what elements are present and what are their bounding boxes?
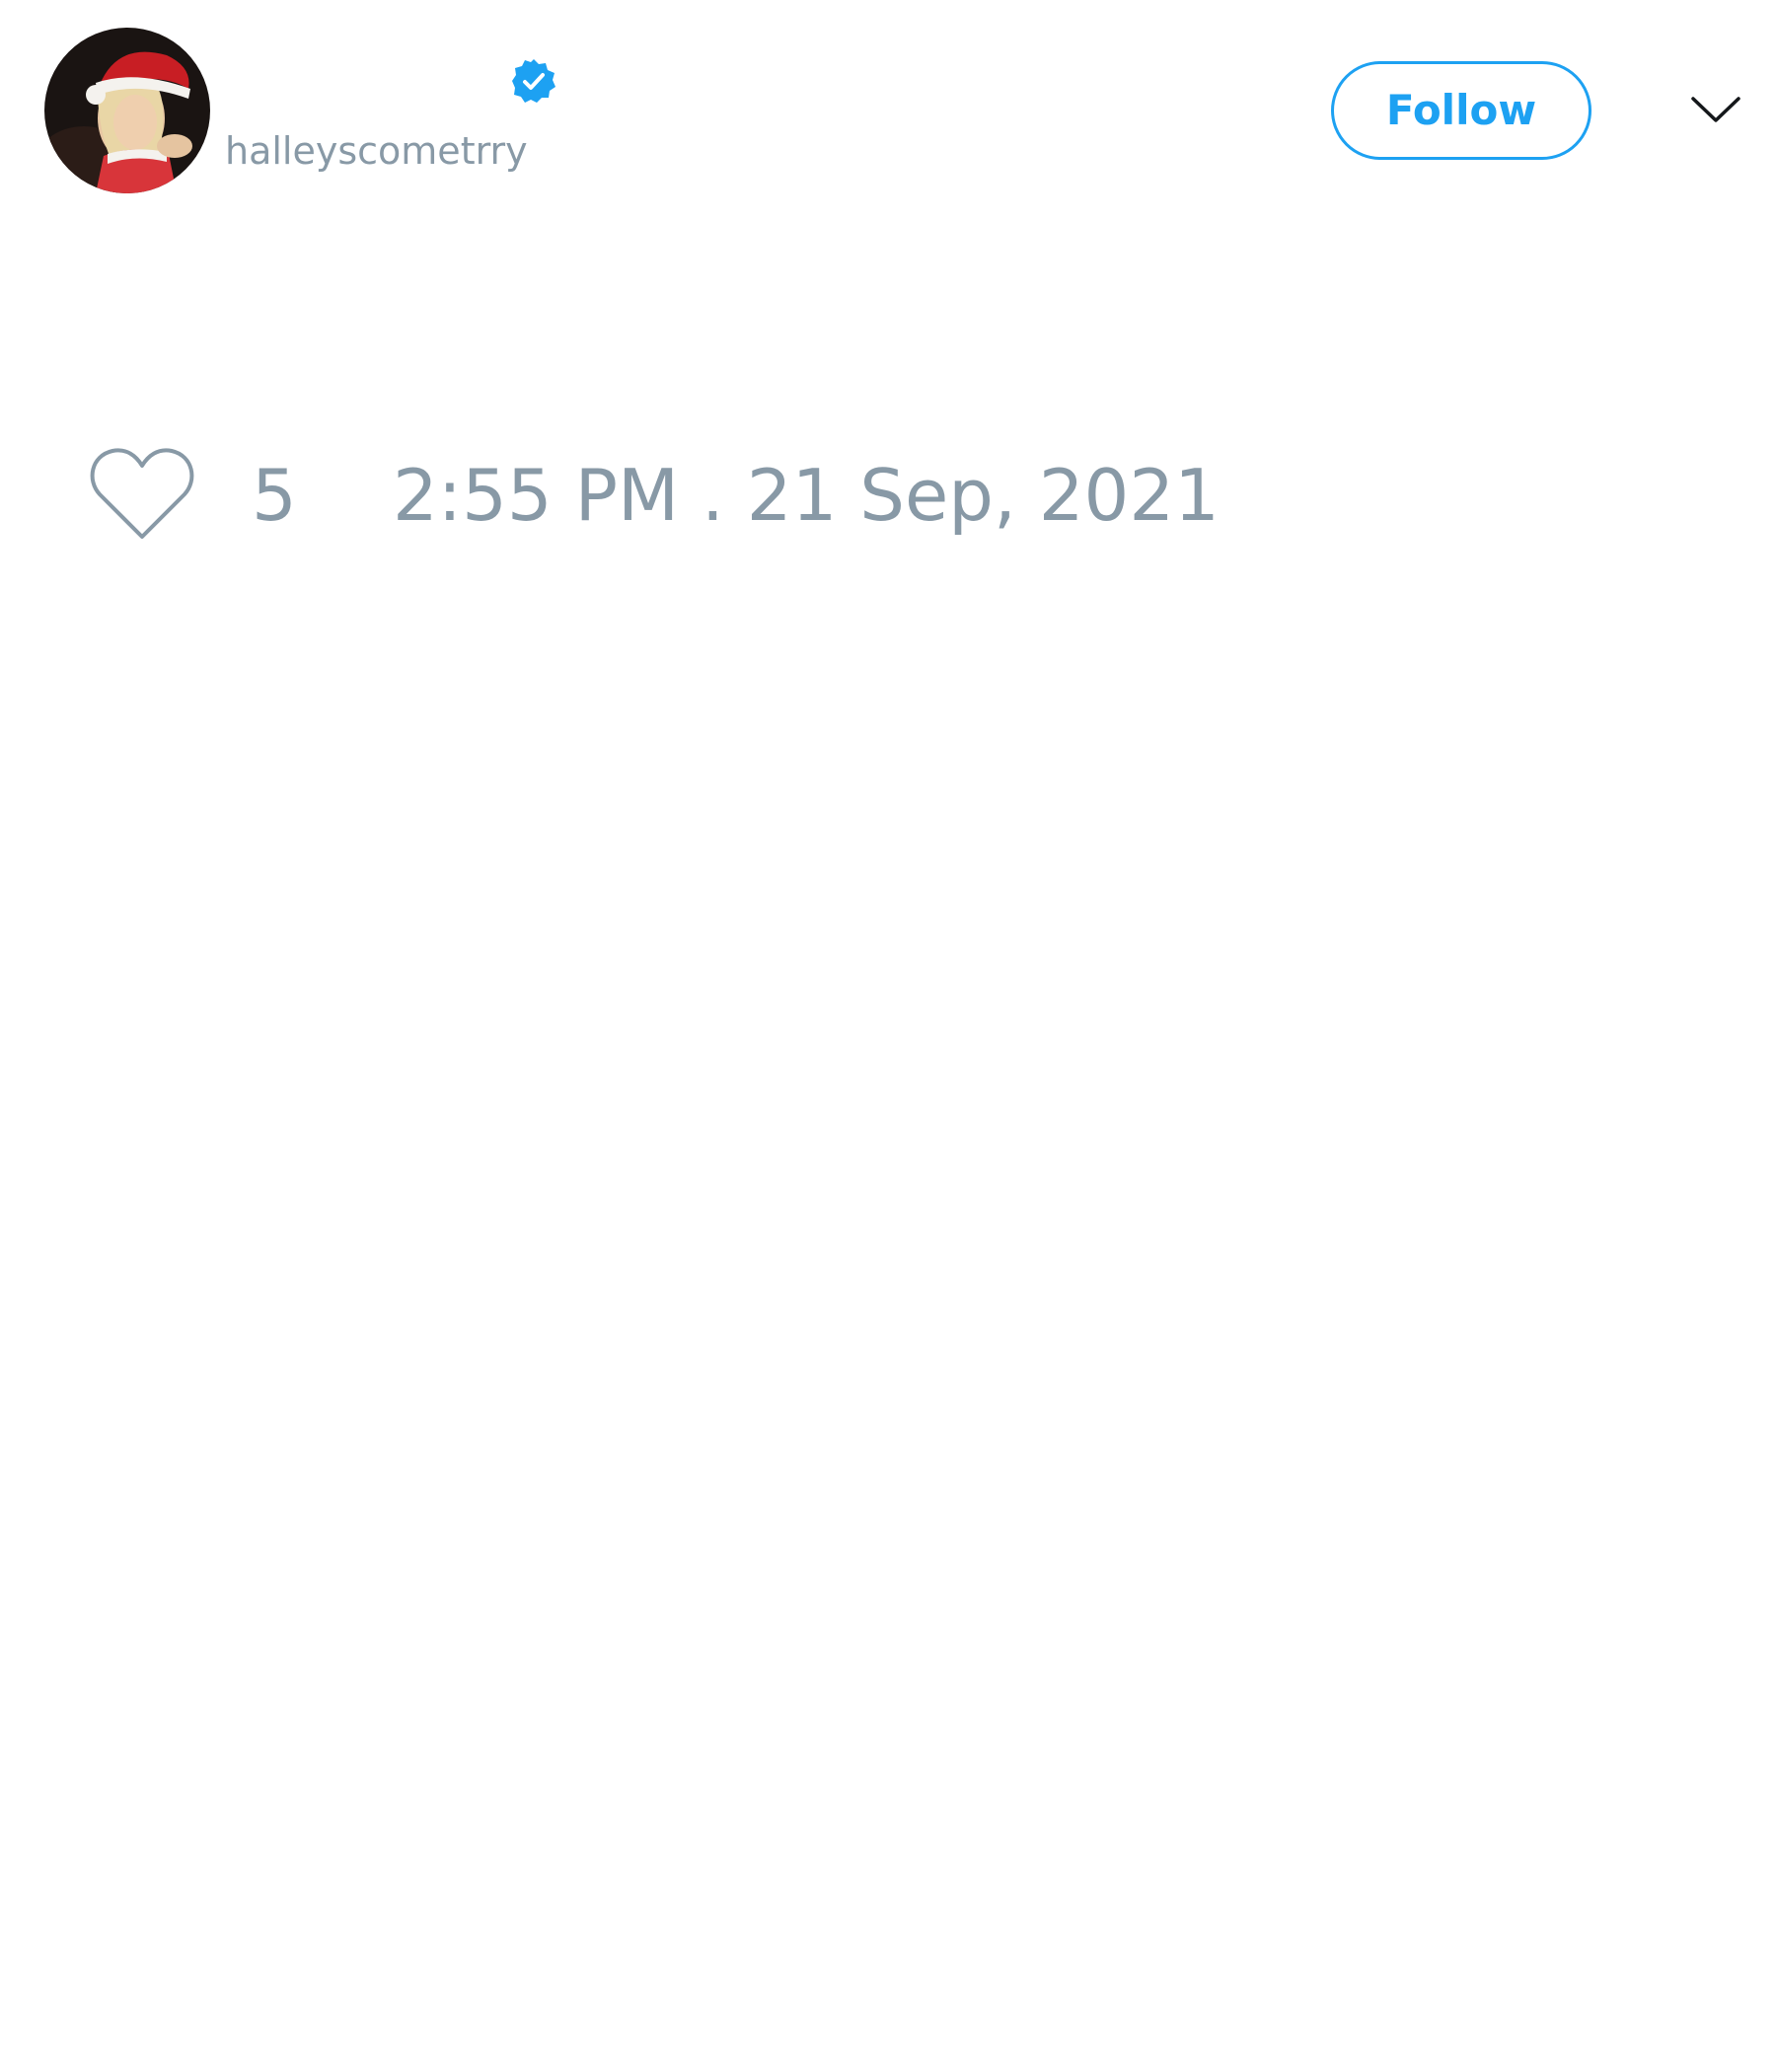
follow-button[interactable]: Follow bbox=[1331, 61, 1591, 160]
profile-photo bbox=[44, 28, 210, 193]
tweet-card: halleyscometrry Follow 5 2:55 PM . 21 Se… bbox=[0, 0, 1776, 2072]
user-handle[interactable]: halleyscometrry bbox=[225, 126, 528, 176]
like-count: 5 bbox=[252, 454, 297, 537]
tweet-timestamp[interactable]: 2:55 PM . 21 Sep, 2021 bbox=[393, 456, 1220, 535]
more-options-button[interactable] bbox=[1689, 91, 1742, 130]
heart-outline-icon bbox=[90, 448, 194, 539]
like-button[interactable] bbox=[89, 446, 195, 541]
chevron-down-icon bbox=[1691, 97, 1740, 122]
avatar[interactable] bbox=[44, 28, 210, 193]
verified-badge-icon bbox=[512, 59, 555, 103]
display-name[interactable] bbox=[225, 59, 501, 101]
